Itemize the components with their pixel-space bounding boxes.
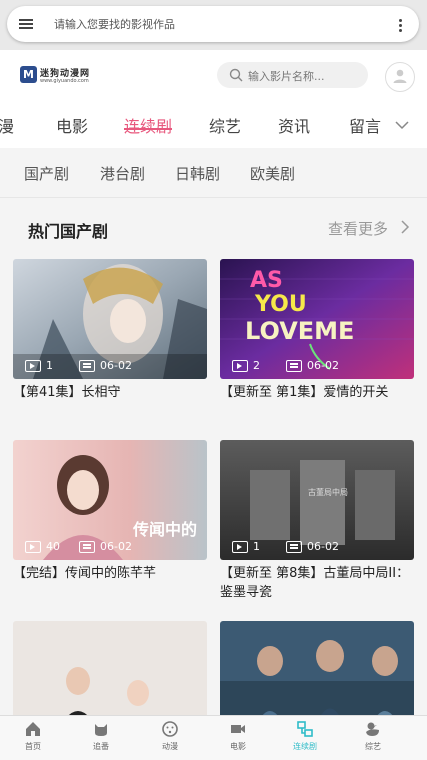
bottom-tab-bar: 首页 追番 动漫 电影 连续剧 综艺 xyxy=(0,715,427,760)
global-search-bar[interactable]: 请输入您要找的影视作品 xyxy=(7,6,419,42)
tab-series-bottom[interactable]: 连续剧 xyxy=(270,720,340,752)
subcategory-bar: 国产剧 港台剧 日韩剧 欧美剧 xyxy=(0,150,427,197)
episode-count-badge: 2 xyxy=(232,359,260,373)
list-icon xyxy=(79,541,95,553)
subcat-hk-tw[interactable]: 港台剧 xyxy=(100,163,145,184)
svg-text:传闻中的: 传闻中的 xyxy=(132,520,197,539)
chevron-down-icon[interactable] xyxy=(394,117,410,133)
camera-icon xyxy=(231,725,245,733)
svg-text:LOVEME: LOVEME xyxy=(245,317,354,345)
logo-mark: M xyxy=(20,66,37,83)
video-thumbnail[interactable]: 古董局中局 1 06-02 xyxy=(220,440,414,560)
site-header: M 迷狗动漫网 www.giyuando.com 输入影片名称... 漫 电影 … xyxy=(0,50,427,148)
category-tabs: 漫 电影 连续剧 综艺 资讯 留言 xyxy=(0,109,427,147)
list-icon xyxy=(286,360,302,372)
svg-text:AS: AS xyxy=(250,268,283,293)
subcat-jp-kr[interactable]: 日韩剧 xyxy=(175,163,220,184)
see-more-link[interactable]: 查看更多 xyxy=(328,218,388,239)
menu-icon[interactable] xyxy=(19,17,33,31)
svg-text:古董局中局: 古董局中局 xyxy=(308,487,348,497)
list-icon xyxy=(79,360,95,372)
smile-icon xyxy=(162,721,178,737)
logo-domain: www.giyuando.com xyxy=(40,78,89,84)
header-search-placeholder: 输入影片名称... xyxy=(248,70,325,83)
episode-count-badge: 40 xyxy=(25,540,60,554)
tab-follow[interactable]: 追番 xyxy=(66,720,136,752)
tab-variety[interactable]: 综艺 xyxy=(209,113,241,137)
date-badge: 06-02 xyxy=(79,359,132,373)
svg-text:YOU: YOU xyxy=(254,292,307,317)
tab-news[interactable]: 资讯 xyxy=(278,113,310,137)
cat-icon xyxy=(95,724,107,736)
tab-anime-bottom[interactable]: 动漫 xyxy=(135,720,205,752)
duck-icon xyxy=(366,722,379,736)
global-search-placeholder: 请输入您要找的影视作品 xyxy=(54,18,175,31)
play-icon xyxy=(25,360,41,372)
tab-variety-bottom[interactable]: 综艺 xyxy=(338,720,408,752)
date-badge: 06-02 xyxy=(286,540,339,554)
tab-movie[interactable]: 电影 xyxy=(56,113,88,137)
main-content: 热门国产剧 查看更多 1 06-02 【第41集】长相守 AS YOU LOVE… xyxy=(0,198,427,741)
video-thumbnail[interactable]: 1 06-02 xyxy=(13,259,207,379)
chevron-right-icon[interactable] xyxy=(400,220,410,234)
tab-movie-bottom[interactable]: 电影 xyxy=(203,720,273,752)
tab-series[interactable]: 连续剧 xyxy=(124,113,172,137)
user-avatar[interactable] xyxy=(385,62,415,92)
subcat-western[interactable]: 欧美剧 xyxy=(250,163,295,184)
top-bar: 请输入您要找的影视作品 xyxy=(0,0,427,50)
user-icon xyxy=(393,69,407,83)
search-icon xyxy=(229,68,243,82)
list-icon xyxy=(286,541,302,553)
date-badge: 06-02 xyxy=(79,540,132,554)
tab-messages[interactable]: 留言 xyxy=(349,113,381,137)
subcat-domestic[interactable]: 国产剧 xyxy=(24,163,69,184)
video-thumbnail[interactable]: AS YOU LOVEME 2 06-02 xyxy=(220,259,414,379)
video-title[interactable]: 【更新至 第8集】古董局中局II：鉴墨寻瓷 xyxy=(220,564,420,602)
tv-series-icon xyxy=(297,721,313,737)
header-search-input[interactable]: 输入影片名称... xyxy=(217,62,368,88)
episode-count-badge: 1 xyxy=(232,540,260,554)
date-badge: 06-02 xyxy=(286,359,339,373)
active-tab-indicator xyxy=(124,128,172,130)
play-icon xyxy=(232,360,248,372)
home-icon xyxy=(26,722,40,736)
episode-count-badge: 1 xyxy=(25,359,53,373)
section-title: 热门国产剧 xyxy=(28,222,109,241)
video-thumbnail[interactable]: 传闻中的 40 06-02 xyxy=(13,440,207,560)
tab-anime[interactable]: 漫 xyxy=(0,113,14,137)
play-icon xyxy=(232,541,248,553)
video-title[interactable]: 【完结】传闻中的陈芊芊 xyxy=(13,564,213,583)
video-title[interactable]: 【更新至 第1集】爱情的开关 xyxy=(220,383,420,402)
more-options-icon[interactable] xyxy=(399,17,403,34)
site-logo[interactable]: M 迷狗动漫网 www.giyuando.com xyxy=(20,66,90,86)
play-icon xyxy=(25,541,41,553)
video-title[interactable]: 【第41集】长相守 xyxy=(13,383,213,402)
tab-home[interactable]: 首页 xyxy=(0,720,68,752)
